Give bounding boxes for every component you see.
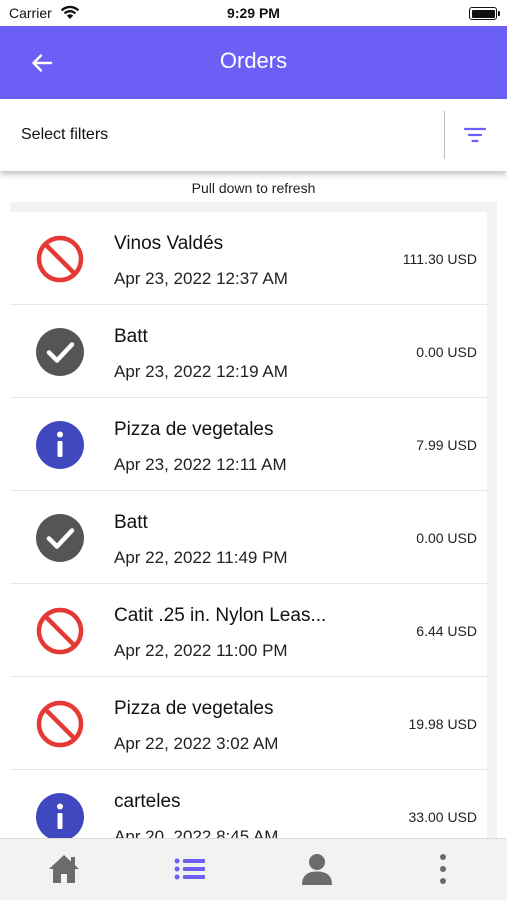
bottom-navigation (0, 838, 507, 900)
info-icon (35, 792, 85, 838)
order-amount: 111.30 USD (402, 251, 477, 267)
pull-to-refresh-hint: Pull down to refresh (191, 180, 316, 196)
order-row[interactable]: carteles Apr 20, 2022 8:45 AM 33.00 USD (10, 770, 487, 838)
battery-icon (469, 7, 500, 20)
order-date: Apr 22, 2022 11:00 PM (114, 641, 288, 660)
order-amount: 7.99 USD (416, 437, 477, 453)
filter-divider (444, 111, 445, 159)
orders-list-container[interactable]: Vinos Valdés Apr 23, 2022 12:37 AM 111.30 … (10, 202, 497, 838)
order-title: Catit .25 in. Nylon Leas... (114, 605, 327, 626)
order-title: Pizza de vegetales (114, 698, 274, 719)
cancelled-icon (35, 234, 85, 284)
order-row[interactable]: Pizza de vegetales Apr 23, 2022 12:11 AM 7… (10, 398, 487, 491)
page-title: Orders (219, 48, 288, 73)
check-circle-icon (35, 513, 85, 563)
cancelled-icon (35, 699, 85, 749)
order-date: Apr 22, 2022 11:49 PM (114, 548, 288, 567)
app-bar: Orders (0, 26, 507, 99)
order-title: carteles (114, 791, 181, 812)
home-icon (47, 853, 81, 885)
order-date: Apr 23, 2022 12:19 AM (114, 362, 288, 381)
order-date: Apr 23, 2022 12:11 AM (114, 455, 287, 474)
order-title: Batt (114, 326, 148, 347)
status-time: 9:29 PM (227, 5, 280, 21)
status-bar: Carrier 9:29 PM (0, 0, 507, 26)
filter-list-icon (463, 127, 487, 143)
check-circle-icon (35, 327, 85, 377)
order-title: Pizza de vegetales (114, 419, 274, 440)
nav-item-more[interactable] (421, 849, 465, 889)
select-filters-field[interactable]: Select filters (21, 126, 108, 144)
order-row[interactable]: Vinos Valdés Apr 23, 2022 12:37 AM 111.30 … (10, 212, 487, 305)
nav-item-orders[interactable] (168, 849, 212, 889)
list-icon (173, 856, 207, 882)
order-amount: 33.00 USD (408, 809, 477, 825)
cancelled-icon (35, 606, 85, 656)
order-title: Batt (114, 512, 148, 533)
order-row[interactable]: Batt Apr 23, 2022 12:19 AM 0.00 USD (10, 305, 487, 398)
order-date: Apr 20, 2022 8:45 AM (114, 827, 279, 838)
filter-button[interactable] (458, 119, 492, 151)
more-vert-icon (438, 853, 448, 885)
orders-list: Vinos Valdés Apr 23, 2022 12:37 AM 111.30 … (10, 212, 487, 838)
order-amount: 0.00 USD (416, 530, 477, 546)
nav-item-home[interactable] (42, 849, 86, 889)
order-row[interactable]: Pizza de vegetales Apr 22, 2022 3:02 AM 19… (10, 677, 487, 770)
order-amount: 0.00 USD (416, 344, 477, 360)
nav-item-profile[interactable] (295, 849, 339, 889)
info-icon (35, 420, 85, 470)
order-amount: 19.98 USD (408, 716, 477, 732)
order-row[interactable]: Batt Apr 22, 2022 11:49 PM 0.00 USD (10, 491, 487, 584)
filter-bar: Select filters (0, 99, 507, 171)
order-title: Vinos Valdés (114, 233, 224, 254)
order-row[interactable]: Catit .25 in. Nylon Leas... Apr 22, 2022 … (10, 584, 487, 677)
order-date: Apr 23, 2022 12:37 AM (114, 269, 288, 288)
person-icon (300, 852, 334, 886)
order-amount: 6.44 USD (416, 623, 477, 639)
order-date: Apr 22, 2022 3:02 AM (114, 734, 279, 753)
